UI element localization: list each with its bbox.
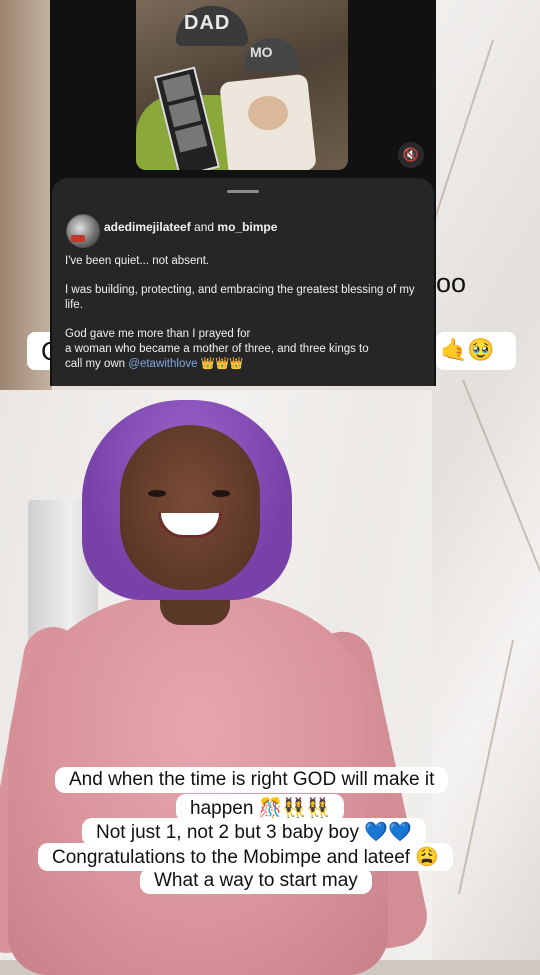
crown-emojis: 👑👑👑 — [200, 358, 244, 370]
background-caption-fragment: oo — [436, 268, 467, 298]
video-caption-line-5: What a way to start may — [140, 868, 372, 894]
video-caption-line-4: Congratulations to the Mobimpe and latee… — [38, 843, 453, 871]
dad-cap-text: DAD — [184, 12, 231, 34]
teddy-bear-print — [248, 96, 288, 130]
person-right-eye — [212, 490, 230, 497]
background-caption-emojis: 🤙🥹 — [440, 337, 495, 362]
sheet-drag-handle[interactable] — [227, 190, 259, 193]
post-caption-text: I've been quiet... not absent. I was bui… — [65, 254, 425, 372]
person-left-eye — [148, 490, 166, 497]
post-authors: adedimejilateef and mo_bimpe — [104, 220, 277, 234]
author-primary[interactable]: adedimejilateef — [104, 220, 191, 234]
post-line: call my own — [65, 358, 126, 370]
mention-link[interactable]: @etawithlove — [128, 358, 197, 370]
background-caption-right: 🤙🥹 — [436, 332, 516, 370]
mom-cap: MO — [244, 38, 300, 72]
mom-cap-text: MO — [250, 44, 273, 60]
post-photo: DAD MO — [136, 0, 348, 170]
person-face — [120, 425, 260, 590]
post-line: a woman who became a mother of three, an… — [65, 343, 369, 355]
caption-sheet[interactable]: adedimejilateef and mo_bimpe I've been q… — [52, 178, 434, 386]
video-caption-line-3: Not just 1, not 2 but 3 baby boy 💙💙 — [82, 818, 426, 846]
author-conjunction: and — [194, 220, 215, 234]
post-paragraph: God gave me more than I prayed for a wom… — [65, 327, 425, 372]
post-paragraph: I was building, protecting, and embracin… — [65, 284, 415, 311]
avatar[interactable] — [66, 214, 100, 248]
post-paragraph: I've been quiet... not absent. — [65, 255, 210, 267]
dad-cap: DAD — [176, 6, 248, 46]
author-secondary[interactable]: mo_bimpe — [217, 220, 277, 234]
post-screenshot-overlay: DAD MO 🔇 adedimejilateef and mo_bimpe I'… — [50, 0, 436, 386]
mute-icon[interactable]: 🔇 — [398, 142, 424, 168]
video-caption-line-1: And when the time is right GOD will make… — [55, 767, 449, 793]
post-line: God gave me more than I prayed for — [65, 328, 251, 340]
